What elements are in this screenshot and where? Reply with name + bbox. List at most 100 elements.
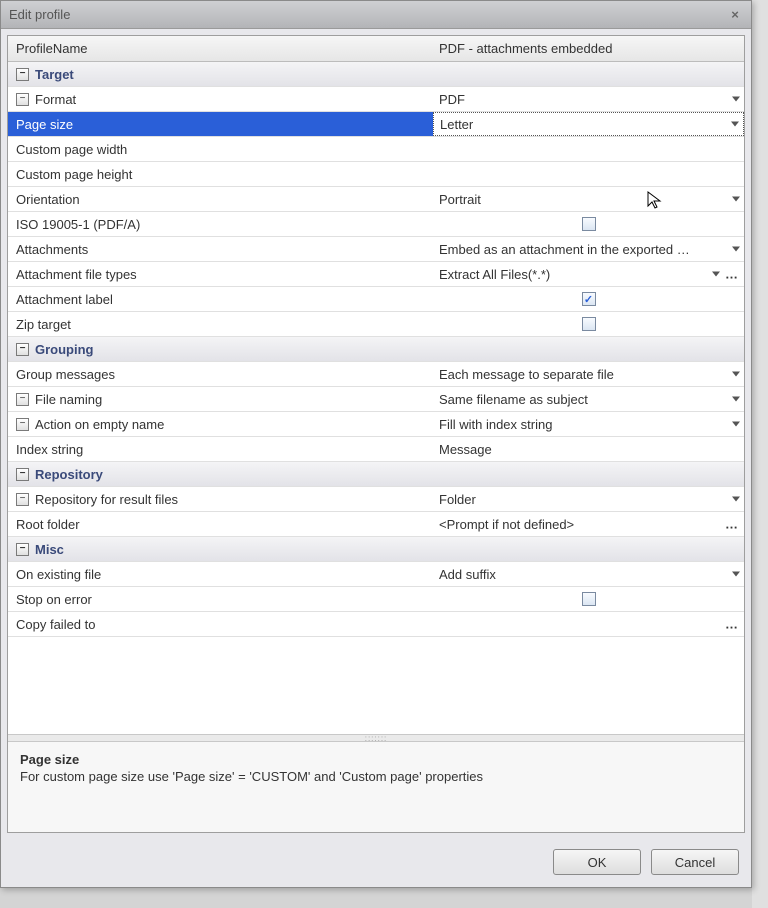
stop-err-label: Stop on error [16, 592, 92, 607]
grid-header: ProfileName PDF - attachments embedded [8, 36, 744, 62]
chevron-down-icon[interactable] [732, 422, 740, 427]
titlebar[interactable]: Edit profile × [1, 1, 751, 29]
row-copy-failed[interactable]: Copy failed to … [8, 612, 744, 637]
header-value: PDF - attachments embedded [433, 36, 744, 61]
collapse-icon[interactable]: − [16, 543, 29, 556]
existing-value: Add suffix [439, 567, 496, 582]
row-stop-on-error[interactable]: Stop on error [8, 587, 744, 612]
repo-for-value-cell[interactable]: Folder [433, 487, 744, 511]
ellipsis-icon[interactable]: … [722, 267, 742, 282]
dialog-content: ProfileName PDF - attachments embedded −… [7, 35, 745, 833]
row-zip-target[interactable]: Zip target [8, 312, 744, 337]
repo-for-label: Repository for result files [35, 492, 178, 507]
existing-value-cell[interactable]: Add suffix [433, 562, 744, 586]
row-index-string[interactable]: Index string Message [8, 437, 744, 462]
action-empty-value-cell[interactable]: Fill with index string [433, 412, 744, 436]
iso-checkbox[interactable] [582, 217, 596, 231]
section-repository[interactable]: − Repository [8, 462, 744, 487]
zip-checkbox[interactable] [582, 317, 596, 331]
attachments-value: Embed as an attachment in the exported … [439, 242, 690, 257]
attach-types-value-cell[interactable]: Extract All Files(*.*) … [433, 262, 744, 286]
row-custom-width[interactable]: Custom page width [8, 137, 744, 162]
cancel-button[interactable]: Cancel [651, 849, 739, 875]
collapse-icon[interactable]: − [16, 468, 29, 481]
row-orientation[interactable]: Orientation Portrait [8, 187, 744, 212]
zip-label: Zip target [16, 317, 71, 332]
attach-label-checkbox[interactable] [582, 292, 596, 306]
chevron-down-icon[interactable] [732, 247, 740, 252]
iso-value[interactable] [433, 212, 744, 236]
custom-height-value[interactable] [433, 162, 744, 186]
attach-label-label: Attachment label [16, 292, 113, 307]
chevron-down-icon[interactable] [732, 372, 740, 377]
row-action-empty[interactable]: − Action on empty name Fill with index s… [8, 412, 744, 437]
attachments-value-cell[interactable]: Embed as an attachment in the exported … [433, 237, 744, 261]
row-group-msgs[interactable]: Group messages Each message to separate … [8, 362, 744, 387]
section-misc[interactable]: − Misc [8, 537, 744, 562]
ellipsis-icon[interactable]: … [722, 617, 742, 632]
attach-label-value[interactable] [433, 287, 744, 311]
collapse-icon[interactable]: − [16, 343, 29, 356]
chevron-down-icon[interactable] [732, 197, 740, 202]
header-name: ProfileName [8, 36, 433, 61]
action-empty-label: Action on empty name [35, 417, 164, 432]
copy-failed-value-cell[interactable]: … [433, 612, 744, 636]
stop-err-checkbox[interactable] [582, 592, 596, 606]
section-grouping[interactable]: − Grouping [8, 337, 744, 362]
background-strip [752, 0, 768, 908]
help-title: Page size [20, 752, 732, 767]
ellipsis-icon[interactable]: … [722, 517, 742, 532]
row-attach-label[interactable]: Attachment label [8, 287, 744, 312]
chevron-down-icon[interactable] [732, 397, 740, 402]
attach-types-label: Attachment file types [16, 267, 137, 282]
collapse-icon[interactable]: − [16, 68, 29, 81]
collapse-icon[interactable]: − [16, 393, 29, 406]
group-msgs-label: Group messages [16, 367, 115, 382]
chevron-down-icon[interactable] [732, 497, 740, 502]
row-root-folder[interactable]: Root folder <Prompt if not defined> … [8, 512, 744, 537]
group-msgs-value-cell[interactable]: Each message to separate file [433, 362, 744, 386]
row-format[interactable]: − Format PDF [8, 87, 744, 112]
format-value: PDF [439, 92, 465, 107]
root-folder-value-cell[interactable]: <Prompt if not defined> … [433, 512, 744, 536]
root-folder-label: Root folder [16, 517, 80, 532]
chevron-down-icon[interactable] [732, 97, 740, 102]
collapse-icon[interactable]: − [16, 418, 29, 431]
format-value-cell[interactable]: PDF [433, 87, 744, 111]
zip-value[interactable] [433, 312, 744, 336]
row-page-size[interactable]: Page size Letter [8, 112, 744, 137]
row-existing-file[interactable]: On existing file Add suffix [8, 562, 744, 587]
chevron-down-icon[interactable] [712, 272, 720, 277]
splitter-handle[interactable]: ::::::: [8, 734, 744, 742]
row-iso-pdfa[interactable]: ISO 19005-1 (PDF/A) [8, 212, 744, 237]
collapse-icon[interactable]: − [16, 93, 29, 106]
ok-button[interactable]: OK [553, 849, 641, 875]
copy-failed-label: Copy failed to [16, 617, 96, 632]
row-attachments[interactable]: Attachments Embed as an attachment in th… [8, 237, 744, 262]
iso-label: ISO 19005-1 (PDF/A) [16, 217, 140, 232]
chevron-down-icon[interactable] [732, 572, 740, 577]
stop-err-value[interactable] [433, 587, 744, 611]
chevron-down-icon[interactable] [731, 122, 739, 127]
attach-types-value: Extract All Files(*.*) [439, 267, 550, 282]
section-target[interactable]: − Target [8, 62, 744, 87]
custom-height-label: Custom page height [16, 167, 132, 182]
row-custom-height[interactable]: Custom page height [8, 162, 744, 187]
custom-width-label: Custom page width [16, 142, 127, 157]
section-grouping-label: Grouping [35, 342, 94, 357]
page-size-value-cell[interactable]: Letter [433, 112, 744, 136]
index-str-value-cell[interactable]: Message [433, 437, 744, 461]
collapse-icon[interactable]: − [16, 493, 29, 506]
file-naming-value-cell[interactable]: Same filename as subject [433, 387, 744, 411]
orientation-value-cell[interactable]: Portrait [433, 187, 744, 211]
file-naming-value: Same filename as subject [439, 392, 588, 407]
orientation-value: Portrait [439, 192, 481, 207]
root-folder-value: <Prompt if not defined> [439, 517, 574, 532]
close-icon[interactable]: × [727, 7, 743, 23]
row-attach-types[interactable]: Attachment file types Extract All Files(… [8, 262, 744, 287]
page-size-value: Letter [440, 117, 473, 132]
row-file-naming[interactable]: − File naming Same filename as subject [8, 387, 744, 412]
group-msgs-value: Each message to separate file [439, 367, 614, 382]
row-repo-result-files[interactable]: − Repository for result files Folder [8, 487, 744, 512]
custom-width-value[interactable] [433, 137, 744, 161]
